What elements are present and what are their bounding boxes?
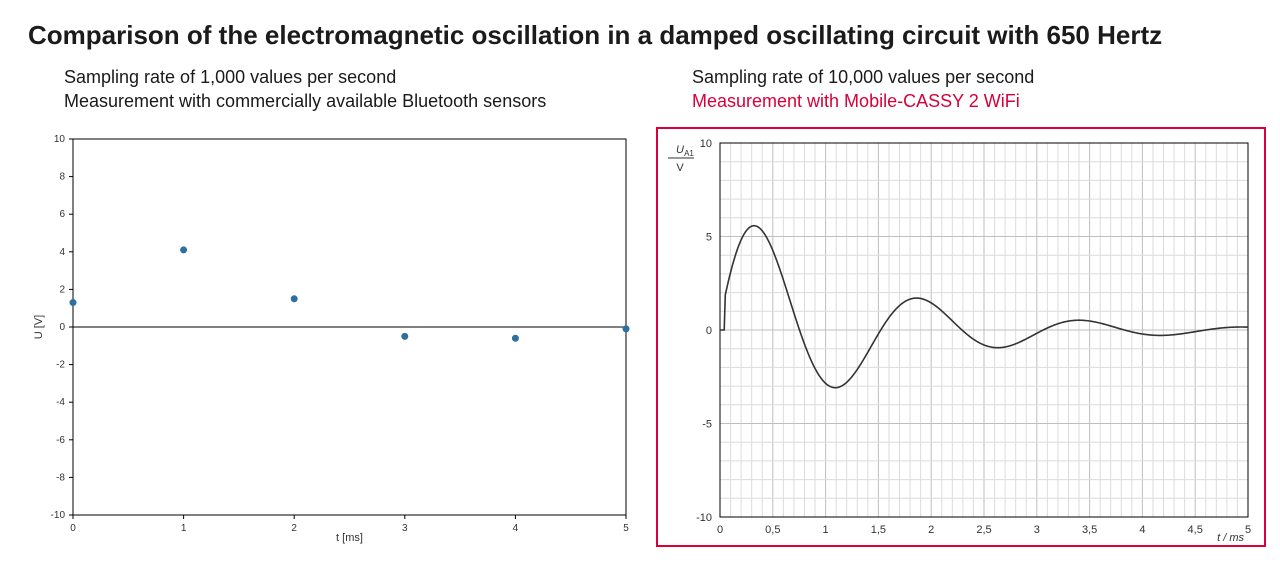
svg-text:5: 5 bbox=[1245, 524, 1251, 536]
svg-text:4: 4 bbox=[513, 523, 519, 534]
svg-text:10: 10 bbox=[700, 138, 712, 150]
svg-text:-4: -4 bbox=[56, 397, 65, 408]
svg-text:-8: -8 bbox=[56, 472, 65, 483]
svg-text:-10: -10 bbox=[51, 510, 66, 521]
svg-text:6: 6 bbox=[59, 209, 65, 220]
svg-text:2: 2 bbox=[928, 524, 934, 536]
page-title: Comparison of the electromagnetic oscill… bbox=[28, 20, 1252, 51]
svg-text:1,5: 1,5 bbox=[871, 524, 886, 536]
svg-text:2,5: 2,5 bbox=[976, 524, 991, 536]
left-subhead: Sampling rate of 1,000 values per second… bbox=[64, 65, 638, 117]
svg-text:U: U bbox=[676, 144, 684, 156]
svg-text:0: 0 bbox=[70, 523, 76, 534]
svg-text:t / ms: t / ms bbox=[1217, 532, 1244, 544]
svg-text:A1: A1 bbox=[684, 149, 694, 158]
svg-text:-10: -10 bbox=[696, 512, 712, 524]
svg-text:-5: -5 bbox=[702, 419, 712, 431]
svg-text:0: 0 bbox=[717, 524, 723, 536]
svg-text:4,5: 4,5 bbox=[1188, 524, 1203, 536]
svg-text:1: 1 bbox=[823, 524, 829, 536]
left-chart: -10 -8 -6 -4 -2 0 2 4 6 8 10 0 1 2 3 4 5 t [ms] U [V] bbox=[28, 127, 638, 547]
right-sub1: Sampling rate of 10,000 values per secon… bbox=[692, 65, 1266, 89]
svg-text:8: 8 bbox=[59, 172, 65, 183]
right-column: Sampling rate of 10,000 values per secon… bbox=[656, 65, 1266, 547]
svg-text:1: 1 bbox=[181, 523, 187, 534]
svg-text:4: 4 bbox=[1139, 524, 1145, 536]
right-sub2: Measurement with Mobile-CASSY 2 WiFi bbox=[692, 89, 1266, 113]
svg-text:3: 3 bbox=[402, 523, 408, 534]
svg-text:0: 0 bbox=[706, 325, 712, 337]
svg-text:5: 5 bbox=[706, 232, 712, 244]
svg-text:-2: -2 bbox=[56, 360, 65, 371]
svg-text:3,5: 3,5 bbox=[1082, 524, 1097, 536]
page: Comparison of the electromagnetic oscill… bbox=[0, 0, 1280, 557]
svg-text:2: 2 bbox=[291, 523, 297, 534]
svg-text:U [V]: U [V] bbox=[33, 315, 45, 339]
svg-text:0,5: 0,5 bbox=[765, 524, 780, 536]
left-sub1: Sampling rate of 1,000 values per second bbox=[64, 65, 638, 89]
svg-text:10: 10 bbox=[54, 134, 66, 145]
right-chart: 0 0,5 1 1,5 2 2,5 3 3,5 4 4,5 5 -10 -5 0 5 10 t / ms UA1V bbox=[656, 127, 1266, 547]
svg-text:V: V bbox=[676, 162, 684, 174]
svg-text:-6: -6 bbox=[56, 435, 65, 446]
svg-text:4: 4 bbox=[59, 247, 65, 258]
svg-text:2: 2 bbox=[59, 284, 65, 295]
right-subhead: Sampling rate of 10,000 values per secon… bbox=[692, 65, 1266, 117]
left-column: Sampling rate of 1,000 values per second… bbox=[28, 65, 638, 547]
svg-text:5: 5 bbox=[623, 523, 629, 534]
svg-text:t [ms]: t [ms] bbox=[336, 532, 363, 544]
svg-text:0: 0 bbox=[59, 322, 65, 333]
left-sub2: Measurement with commercially available … bbox=[64, 89, 638, 113]
columns: Sampling rate of 1,000 values per second… bbox=[28, 65, 1252, 547]
svg-text:3: 3 bbox=[1034, 524, 1040, 536]
